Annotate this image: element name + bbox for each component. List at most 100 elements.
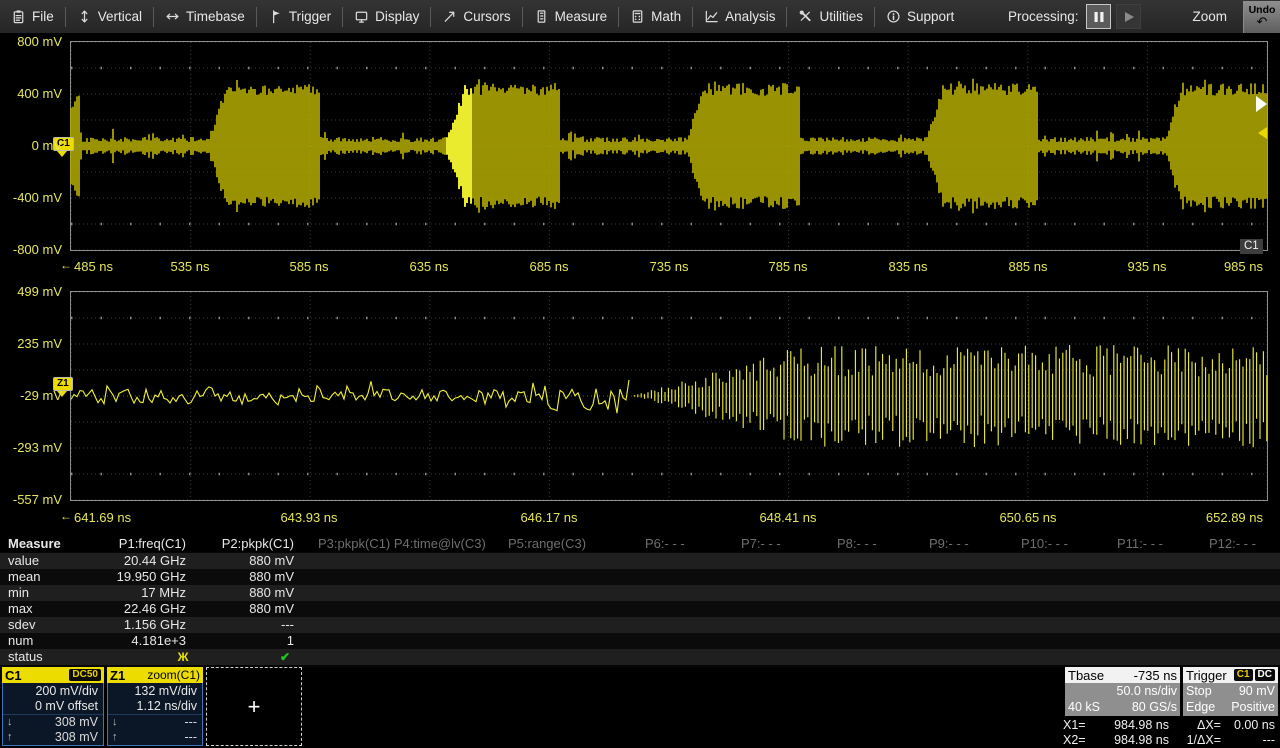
main-grid[interactable] <box>70 40 1268 253</box>
measure-row-label: min <box>8 585 29 601</box>
grid1-y-label: -400 mV <box>0 191 62 205</box>
measure-column-header[interactable]: P11:- - - <box>1117 536 1163 552</box>
menu-item-vertical[interactable]: Vertical <box>66 0 153 33</box>
add-trace-tile[interactable]: + <box>206 667 302 746</box>
menu-item-support[interactable]: Support <box>875 0 965 33</box>
z1-min-value: --- <box>185 715 198 730</box>
measure-column-header[interactable]: P7:- - - <box>741 536 781 552</box>
menu-item-label: Cursors <box>463 9 510 24</box>
z1-vscale: 132 mV/div <box>108 684 202 699</box>
timebase-rate: 80 GS/s <box>1132 699 1177 715</box>
c1-max-value: 308 mV <box>55 730 98 745</box>
grid1-x-label: 885 ns <box>983 259 1073 274</box>
trigger-position-offscreen-arrow[interactable] <box>1256 96 1267 112</box>
menu-item-cursors[interactable]: Cursors <box>431 0 521 33</box>
undo-button[interactable]: Undo ↶ <box>1243 1 1280 33</box>
oscilloscope-app: FileVertical Timebase TriggerDisplay Cursor… <box>0 0 1280 748</box>
grid1-x-label: 585 ns <box>264 259 354 274</box>
menu-item-file[interactable]: File <box>0 0 65 33</box>
c1-descriptor-header: C1 DC50 <box>2 667 104 683</box>
c1-descriptor-box[interactable]: C1 DC50 200 mV/div 0 mV offset ↓ 308 mV … <box>2 667 104 746</box>
measure-row-label: value <box>8 553 39 569</box>
measure-column-header[interactable]: P10:- - - <box>1021 536 1068 552</box>
trigger-level: 90 mV <box>1239 683 1275 699</box>
grid1-y-label: 0 mV <box>0 139 62 153</box>
calculator-icon <box>630 9 645 24</box>
timebase-delay: -735 ns <box>1134 668 1177 683</box>
measure-row-label: max <box>8 601 33 617</box>
zoom-label[interactable]: Zoom <box>1192 9 1227 24</box>
menu-item-label: Timebase <box>186 9 245 24</box>
menu-item-utilities[interactable]: Utilities <box>787 0 874 33</box>
menu-item-display[interactable]: Display <box>343 0 430 33</box>
grid2-x-label: 648.41 ns <box>743 510 833 525</box>
measure-p2-value: 880 mV <box>154 585 294 601</box>
inv-dx-label: 1/ΔX= <box>1169 733 1225 748</box>
grid2-x-label: 643.93 ns <box>264 510 354 525</box>
zoom-grid[interactable] <box>70 290 1268 503</box>
grid1-x-label: 785 ns <box>743 259 833 274</box>
grid1-y-label: -800 mV <box>0 243 62 257</box>
trigger-level-arrow[interactable] <box>1258 127 1267 139</box>
trigger-type: Edge <box>1186 699 1215 715</box>
c1-scale: 200 mV/div <box>3 684 103 699</box>
play-button[interactable] <box>1116 4 1141 29</box>
menu-item-trigger[interactable]: Trigger <box>257 0 342 33</box>
c1-descriptor-body: 200 mV/div 0 mV offset ↓ 308 mV ↑ 308 mV <box>2 683 104 746</box>
menu-item-timebase[interactable]: Timebase <box>154 0 256 33</box>
measure-p2-value: 880 mV <box>154 553 294 569</box>
c1-label: C1 <box>5 668 22 683</box>
display-icon <box>354 9 369 24</box>
cursor-arrow-icon <box>442 9 457 24</box>
grid1-x-label: 685 ns <box>504 259 594 274</box>
timebase-box[interactable]: Tbase -735 ns 50.0 ns/div 40 kS 80 GS/s <box>1065 667 1180 716</box>
inv-dx-value: --- <box>1225 733 1275 748</box>
file-icon <box>11 9 26 24</box>
menu-right-controls: Processing: Zoom Undo ↶ <box>1008 0 1280 33</box>
measure-row-label: status <box>8 649 43 665</box>
plus-icon: + <box>248 694 261 720</box>
z1-descriptor-box[interactable]: Z1 zoom(C1) 132 mV/div 1.12 ns/div ↓ ---… <box>107 667 203 746</box>
measure-column-header[interactable]: P2:pkpk(C1) <box>154 536 294 552</box>
measure-column-header[interactable]: P6:- - - <box>645 536 685 552</box>
measure-icon <box>534 9 549 24</box>
measure-column-header[interactable]: P12:- - - <box>1209 536 1256 552</box>
grid2-y-label: -557 mV <box>0 493 62 507</box>
x1-value: 984.98 ns <box>1097 718 1169 733</box>
z1-label: Z1 <box>110 668 125 683</box>
z1-descriptor-header: Z1 zoom(C1) <box>107 667 203 683</box>
measure-row-sdev: sdev1.156 GHz--- <box>0 617 1280 633</box>
grid2-y-label: 235 mV <box>0 337 62 351</box>
measure-column-header[interactable]: P8:- - - <box>837 536 877 552</box>
menu-item-analysis[interactable]: Analysis <box>693 0 786 33</box>
c1-min-value: 308 mV <box>55 715 98 730</box>
z1-hscale: 1.12 ns/div <box>108 699 202 714</box>
measure-column-header[interactable]: P5:range(C3) <box>508 536 586 552</box>
trigger-slope: Positive <box>1231 699 1275 715</box>
measure-column-header[interactable]: P9:- - - <box>929 536 969 552</box>
timebase-body: 50.0 ns/div 40 kS 80 GS/s <box>1065 683 1180 716</box>
grid2-x-label: 650.65 ns <box>983 510 1073 525</box>
timebase-header: Tbase -735 ns <box>1065 667 1180 683</box>
menu-item-label: Support <box>907 9 954 24</box>
min-arrow-icon: ↓ <box>7 715 13 730</box>
cursor-readout: X1= 984.98 ns ΔX= 0.00 ns X2= 984.98 ns … <box>1063 718 1279 748</box>
menu-bar: FileVertical Timebase TriggerDisplay Cursor… <box>0 0 1280 33</box>
measure-p2-value: 1 <box>154 633 294 649</box>
menu-item-math[interactable]: Math <box>619 0 692 33</box>
measure-column-header[interactable]: P3:pkpk(C1) P4:time@lv(C3) <box>318 536 486 552</box>
trigger-coupling-badge: DC <box>1255 669 1275 681</box>
scroll-left-arrow-icon[interactable]: ← <box>60 510 72 522</box>
measure-row-status: statusЖ✔ <box>0 649 1280 665</box>
menu-item-measure[interactable]: Measure <box>523 0 619 33</box>
scroll-left-arrow-icon[interactable]: ← <box>60 259 72 271</box>
trigger-box[interactable]: Trigger C1 DC Stop 90 mV Edge Positive <box>1183 667 1278 716</box>
grid2-x-label: 652.89 ns <box>1173 510 1263 525</box>
measure-p2-value: --- <box>154 617 294 633</box>
measure-p2-value: 880 mV <box>154 601 294 617</box>
grid1-y-label: 800 mV <box>0 35 62 49</box>
timebase-arrows-icon <box>165 9 180 24</box>
pause-button[interactable] <box>1086 4 1111 29</box>
measure-p2-value: 880 mV <box>154 569 294 585</box>
support-info-icon <box>886 9 901 24</box>
